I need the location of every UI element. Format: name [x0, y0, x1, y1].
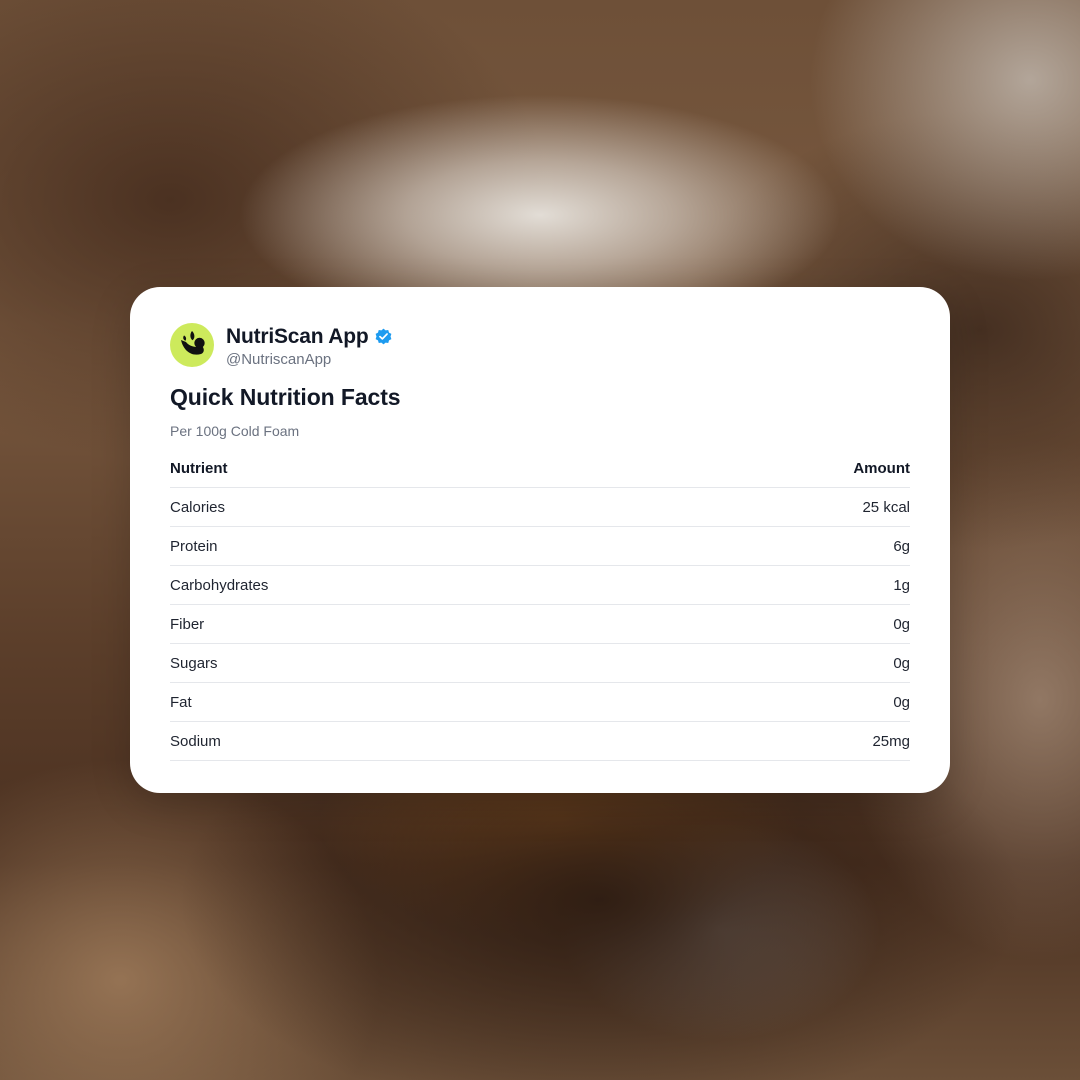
table-row: Calories 25 kcal — [170, 488, 910, 527]
nutrient-name: Calories — [170, 498, 226, 516]
table-row: Protein 6g — [170, 527, 910, 566]
verified-badge-icon — [374, 327, 393, 346]
table-row: Carbohydrates 1g — [170, 566, 910, 605]
table-row: Fat 0g — [170, 683, 910, 722]
table-row: Sugars 0g — [170, 644, 910, 683]
nutrient-amount: 25mg — [872, 732, 910, 750]
nutrient-amount: 25 kcal — [862, 498, 910, 516]
leaf-logo-icon — [181, 331, 205, 355]
profile-handle[interactable]: @NutriscanApp — [226, 352, 393, 367]
nutrient-amount: 0g — [893, 693, 910, 711]
profile-header: NutriScan App @NutriscanApp — [170, 323, 393, 367]
card-title: Quick Nutrition Facts — [170, 384, 401, 410]
table-row: Fiber 0g — [170, 605, 910, 644]
nutrient-name: Sodium — [170, 732, 221, 750]
nutrient-name: Protein — [170, 537, 218, 555]
nutrient-name: Sugars — [170, 654, 218, 672]
name-row: NutriScan App — [226, 323, 393, 349]
nutrient-amount: 6g — [893, 537, 910, 555]
profile-text: NutriScan App @NutriscanApp — [226, 323, 393, 367]
app-name[interactable]: NutriScan App — [226, 326, 369, 347]
nutrient-name: Fat — [170, 693, 192, 711]
nutrient-name: Carbohydrates — [170, 576, 269, 594]
table-header-row: Nutrient Amount — [170, 449, 910, 488]
card-subtitle: Per 100g Cold Foam — [170, 423, 300, 439]
nutrient-amount: 0g — [893, 615, 910, 633]
nutrient-name: Fiber — [170, 615, 205, 633]
column-header-amount: Amount — [853, 459, 910, 477]
avatar[interactable] — [170, 323, 214, 367]
nutrition-table: Nutrient Amount Calories 25 kcal Protein… — [170, 449, 910, 761]
table-row: Sodium 25mg — [170, 722, 910, 761]
nutrition-card: NutriScan App @NutriscanApp Quick Nutrit… — [130, 287, 950, 793]
nutrient-amount: 1g — [893, 576, 910, 594]
column-header-nutrient: Nutrient — [170, 459, 228, 477]
nutrient-amount: 0g — [893, 654, 910, 672]
